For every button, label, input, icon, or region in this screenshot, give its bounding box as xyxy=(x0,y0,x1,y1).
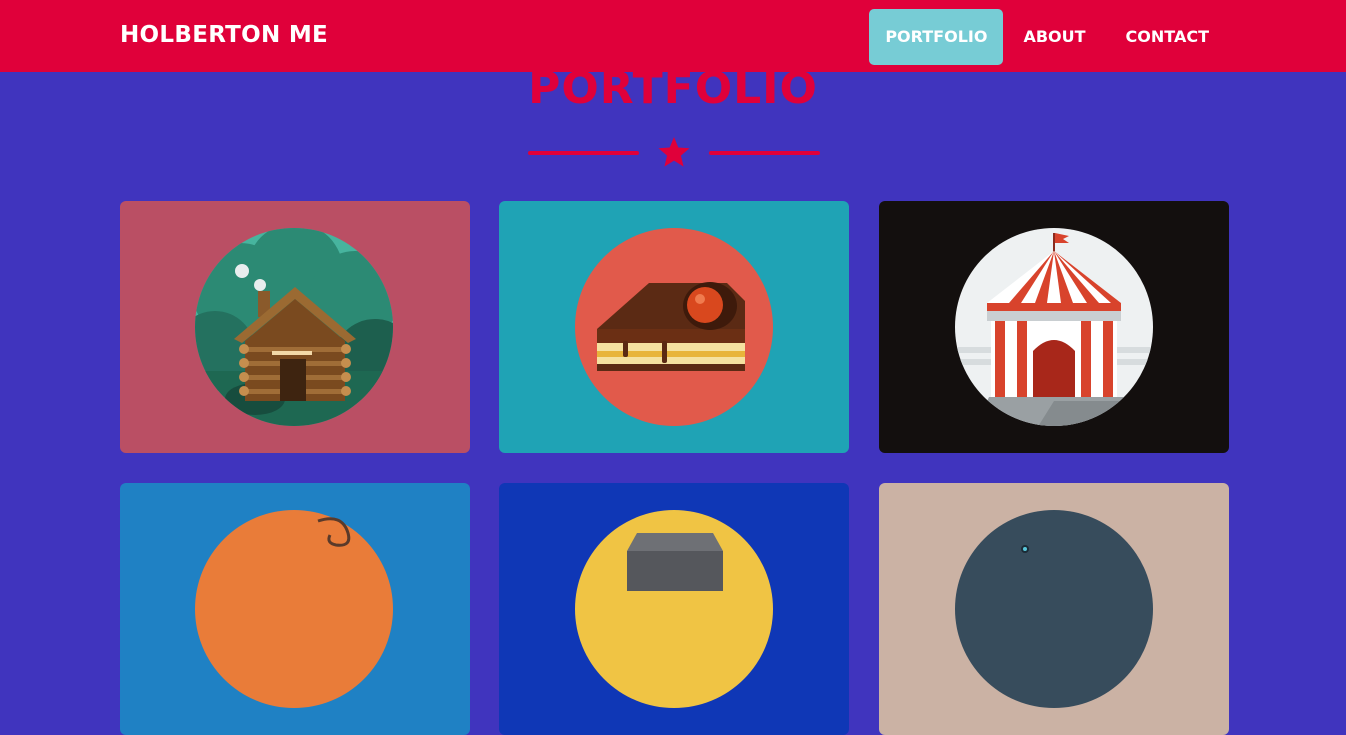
nav-item-about[interactable]: ABOUT xyxy=(1003,9,1105,65)
nav-item-contact[interactable]: CONTACT xyxy=(1106,9,1229,65)
brand-logo[interactable]: HOLBERTON ME xyxy=(120,22,328,48)
cake-icon xyxy=(575,228,773,426)
portfolio-item-safe[interactable] xyxy=(499,483,849,735)
circus-tent-icon xyxy=(955,228,1153,426)
navbar: HOLBERTON ME PORTFOLIO ABOUT CONTACT xyxy=(0,0,1346,72)
portfolio-item-cake[interactable] xyxy=(499,201,849,453)
nav-menu: PORTFOLIO ABOUT CONTACT xyxy=(869,9,1229,65)
portfolio-item-circus[interactable] xyxy=(879,201,1229,453)
portfolio-item-balloon[interactable] xyxy=(120,483,470,735)
divider-line-right xyxy=(709,151,820,155)
divider-line-left xyxy=(528,151,639,155)
safe-icon xyxy=(575,510,773,708)
portfolio-item-cabin[interactable] xyxy=(120,201,470,453)
balloon-icon xyxy=(195,510,393,708)
title-divider xyxy=(528,136,820,170)
portfolio-item-submarine[interactable] xyxy=(879,483,1229,735)
cabin-icon xyxy=(195,228,393,426)
nav-item-portfolio[interactable]: PORTFOLIO xyxy=(869,9,1004,65)
submarine-icon xyxy=(955,510,1153,708)
star-icon xyxy=(658,137,690,167)
